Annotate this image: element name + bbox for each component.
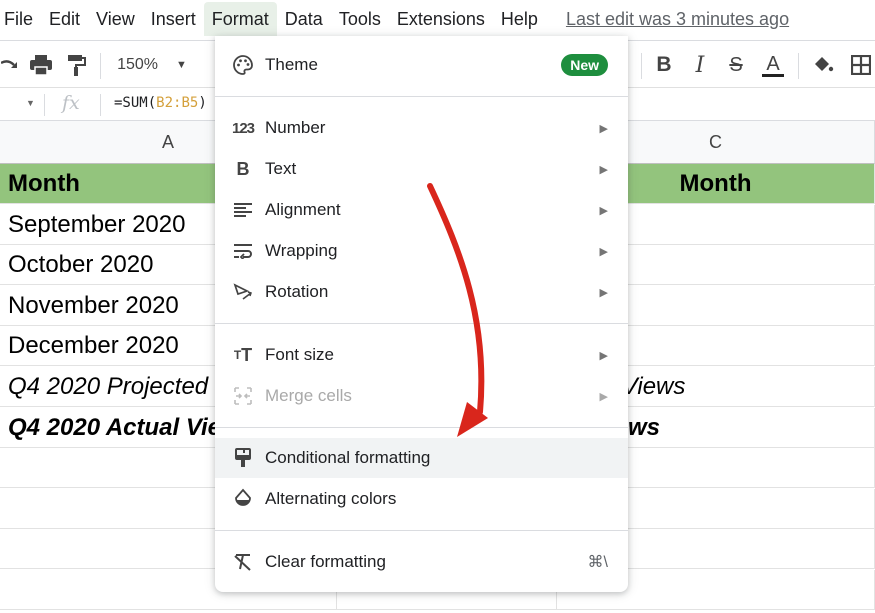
submenu-arrow-icon: ▶ <box>599 163 608 176</box>
menu-help[interactable]: Help <box>493 2 546 36</box>
menu-divider <box>215 427 628 428</box>
clear-formatting-icon <box>231 550 255 574</box>
chevron-down-icon: ▼ <box>176 59 187 71</box>
formula-suffix: ) <box>198 95 207 111</box>
menu-format[interactable]: Format <box>203 2 277 36</box>
menu-extensions[interactable]: Extensions <box>389 2 493 36</box>
keyboard-shortcut: ⌘\ <box>587 554 608 571</box>
borders-icon[interactable] <box>848 51 874 79</box>
menu-item-label: Theme <box>265 55 318 74</box>
formula-prefix: =SUM( <box>114 95 157 111</box>
menu-item-clear-formatting[interactable]: Clear formatting ⌘\ <box>215 542 628 582</box>
last-edit-link[interactable]: Last edit was 3 minutes ago <box>566 9 789 30</box>
menu-item-conditional-formatting[interactable]: Conditional formatting <box>215 438 628 478</box>
formula-input[interactable]: =SUM(B2:B5) <box>114 95 207 111</box>
italic-icon[interactable]: I <box>688 51 712 79</box>
toolbar-divider <box>641 53 642 79</box>
toolbar-divider <box>798 53 799 79</box>
palette-icon <box>231 53 255 77</box>
print-icon[interactable] <box>28 51 54 79</box>
menu-item-label: Conditional formatting <box>265 448 431 467</box>
submenu-arrow-icon: ▶ <box>599 286 608 299</box>
menu-item-label: Alternating colors <box>265 489 397 508</box>
menu-divider <box>215 530 628 531</box>
text-rotation-icon <box>231 280 255 304</box>
fill-color-icon[interactable] <box>810 51 836 79</box>
menu-data[interactable]: Data <box>277 2 331 36</box>
bold-text-icon: B <box>236 158 250 179</box>
menu-item-rotation[interactable]: Rotation ▶ <box>215 272 628 312</box>
menu-tools[interactable]: Tools <box>331 2 389 36</box>
submenu-arrow-icon: ▶ <box>599 122 608 135</box>
menu-item-label: Clear formatting <box>265 552 386 571</box>
divider <box>44 94 45 116</box>
text-wrap-icon <box>231 239 255 263</box>
strikethrough-icon[interactable]: S <box>724 51 748 79</box>
menu-divider <box>215 323 628 324</box>
toolbar-divider <box>100 53 101 79</box>
menu-item-number[interactable]: 123 Number ▶ <box>215 108 628 148</box>
formula-range-ref: B2:B5 <box>156 95 199 111</box>
zoom-value: 150% <box>117 56 159 73</box>
menu-item-alternating-colors[interactable]: Alternating colors <box>215 479 628 519</box>
submenu-arrow-icon: ▶ <box>599 204 608 217</box>
menu-item-text[interactable]: B Text ▶ <box>215 149 628 189</box>
menu-item-label: Merge cells <box>265 386 352 405</box>
menu-file[interactable]: File <box>0 2 41 36</box>
submenu-arrow-icon: ▶ <box>599 349 608 362</box>
paint-format-icon[interactable] <box>64 51 90 79</box>
menu-item-alignment[interactable]: Alignment ▶ <box>215 190 628 230</box>
zoom-select[interactable]: 150% ▼ <box>112 51 192 79</box>
bold-icon[interactable]: B <box>652 51 676 79</box>
number-format-icon: 123 <box>231 119 255 137</box>
name-box-dropdown-icon[interactable]: ▼ <box>26 98 35 108</box>
menu-item-label: Number <box>265 118 326 137</box>
menu-insert[interactable]: Insert <box>143 2 204 36</box>
merge-cells-icon <box>231 384 255 408</box>
menu-bar: File Edit View Insert Format Data Tools … <box>0 0 875 38</box>
menu-item-merge-cells: Merge cells ▶ <box>215 376 628 416</box>
menu-item-theme[interactable]: Theme New <box>215 45 628 85</box>
fx-icon: fx <box>62 92 80 114</box>
text-color-icon[interactable]: A <box>760 51 786 79</box>
menu-item-label: Wrapping <box>265 241 338 260</box>
menu-item-font-size[interactable]: TT Font size ▶ <box>215 335 628 375</box>
align-left-icon <box>231 198 255 222</box>
new-badge: New <box>561 54 608 76</box>
divider <box>100 94 101 116</box>
redo-icon[interactable] <box>0 51 20 79</box>
menu-item-label: Font size <box>265 345 334 364</box>
menu-item-label: Rotation <box>265 282 329 301</box>
menu-item-wrapping[interactable]: Wrapping ▶ <box>215 231 628 271</box>
menu-edit[interactable]: Edit <box>41 2 88 36</box>
menu-item-label: Alignment <box>265 200 341 219</box>
alternating-colors-icon <box>231 487 255 511</box>
submenu-arrow-icon: ▶ <box>599 390 608 403</box>
menu-item-label: Text <box>265 159 297 178</box>
font-size-icon: TT <box>233 344 253 365</box>
conditional-format-icon <box>231 446 255 470</box>
submenu-arrow-icon: ▶ <box>599 245 608 258</box>
menu-divider <box>215 96 628 97</box>
menu-view[interactable]: View <box>88 2 143 36</box>
format-menu: Theme New 123 Number ▶ B Text ▶ Alignmen… <box>215 36 628 592</box>
